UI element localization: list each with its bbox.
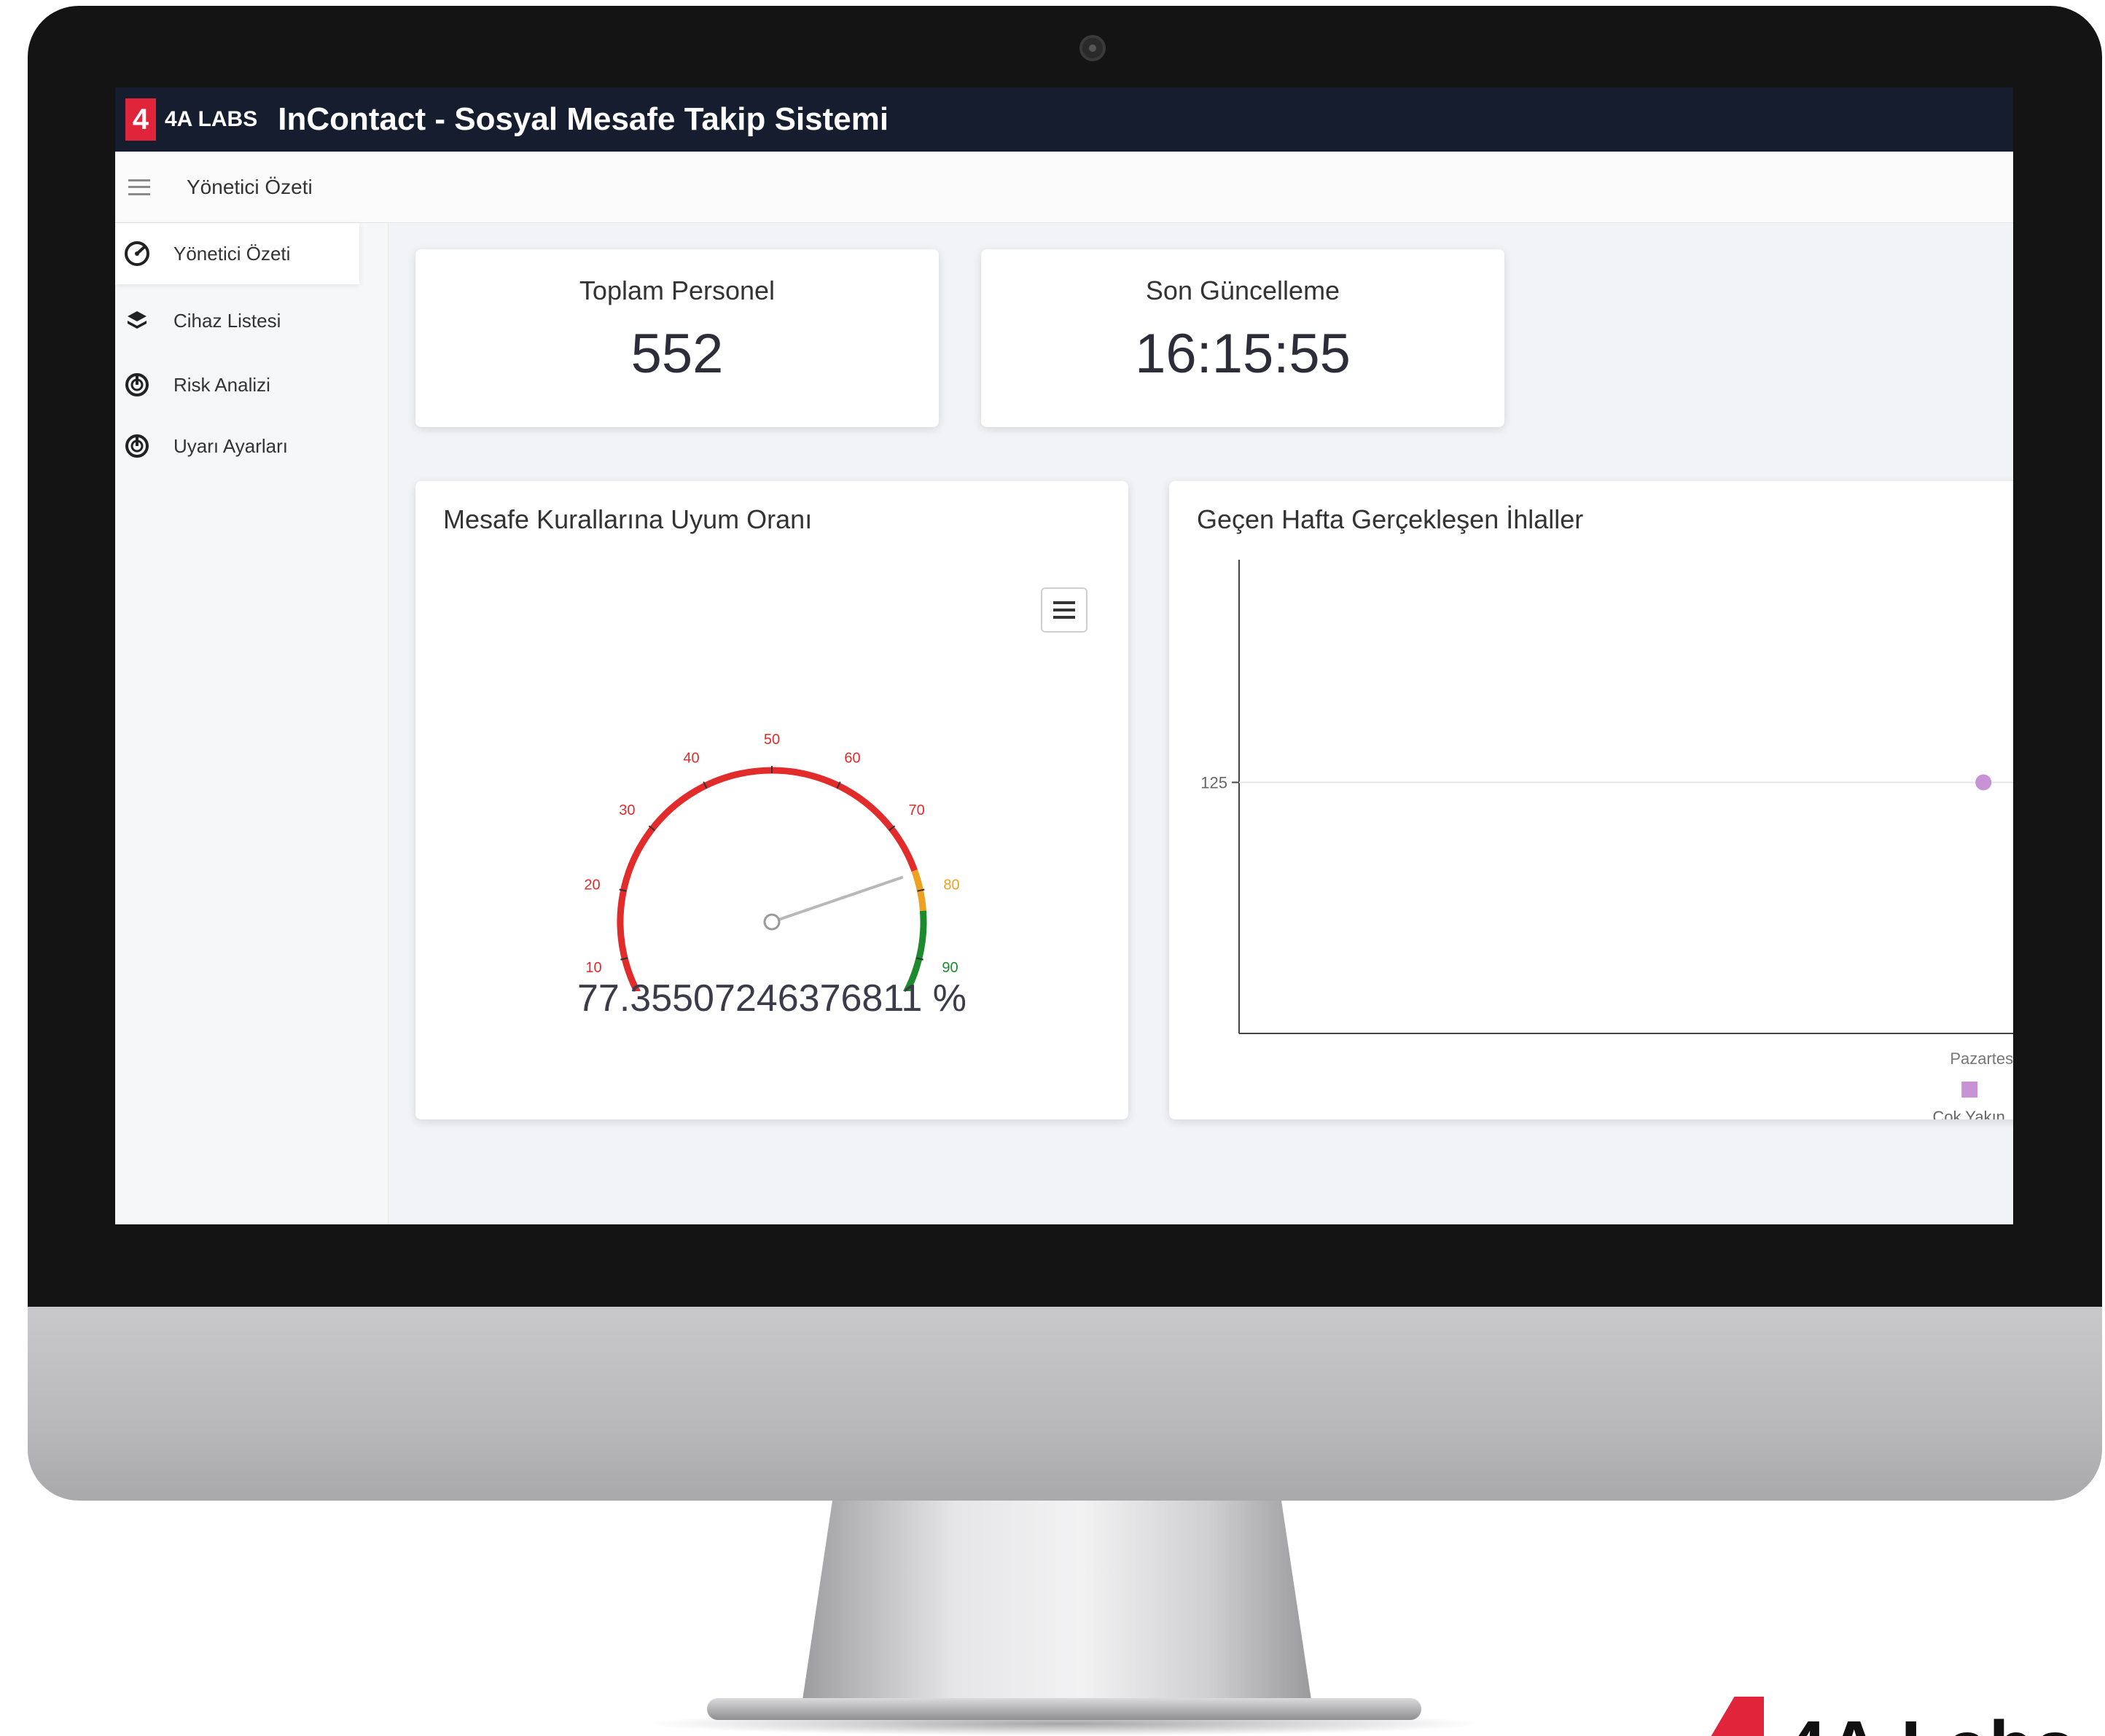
last-update-value: 16:15:55 — [1135, 323, 1351, 385]
header-bar: Yönetici Özeti — [115, 152, 2013, 223]
legend-label[interactable]: Çok Yakın — [1932, 1108, 2004, 1119]
violations-chart-card: Geçen Hafta Gerçekleşen İhlaller 125 Paza… — [1169, 481, 2013, 1119]
total-staff-value: 552 — [630, 323, 724, 385]
last-update-card: Son Güncelleme 16:15:55 — [981, 249, 1504, 427]
gauge-tick-label: 60 — [844, 751, 860, 767]
gauge-tick-label: 40 — [683, 751, 699, 767]
total-staff-card: Toplam Personel 552 — [415, 249, 939, 427]
monitor-chin — [28, 1307, 2102, 1501]
sidebar-item-label: Yönetici Özeti — [173, 242, 291, 265]
gauge-pivot — [763, 913, 781, 931]
gauge-value-text: 77.35507246376811 % — [577, 977, 966, 1020]
legend-swatch[interactable] — [1961, 1082, 1978, 1098]
gauge-chart: 0102030405060708090100 — [584, 732, 960, 991]
gauge-tick-label: 50 — [764, 732, 780, 748]
brand-logo-icon — [1698, 1697, 1764, 1736]
gauge-tick-label: 30 — [619, 802, 635, 818]
camera-icon — [1079, 35, 1106, 61]
gauge-tick-label: 10 — [585, 960, 601, 976]
last-update-title: Son Güncelleme — [1145, 275, 1340, 305]
compliance-gauge-card: Mesafe Kurallarına Uyum Oranı 0102030405… — [415, 481, 1128, 1119]
page: { "app": { "logo_mark": "4", "logo_text"… — [0, 0, 2105, 1736]
gauge-icon — [122, 239, 152, 268]
breadcrumb: Yönetici Özeti — [187, 175, 313, 198]
menu-toggle-icon[interactable] — [128, 179, 150, 195]
brand-logo: 4A Labs — [1691, 1684, 2105, 1736]
monitor-stand — [802, 1501, 1312, 1705]
screen: 4 4A LABS InContact - Sosyal Mesafe Taki… — [115, 87, 2013, 1224]
data-point[interactable] — [1975, 774, 1992, 791]
radar-icon — [122, 370, 152, 399]
gauge-tick-label: 70 — [908, 802, 924, 818]
sidebar-item-yonetici-ozeti[interactable]: Yönetici Özeti — [115, 223, 359, 284]
y-tick-label: 125 — [1200, 774, 1227, 792]
sidebar-item-label: Risk Analizi — [173, 373, 270, 396]
radar-icon — [122, 431, 152, 461]
app-title: InContact - Sosyal Mesafe Takip Sistemi — [278, 101, 889, 137]
brand-logo-text: 4A Labs — [1786, 1705, 2077, 1736]
gauge-band-0 — [617, 767, 918, 991]
sidebar: Yönetici Özeti Cihaz Listesi Risk Analiz… — [115, 223, 388, 1224]
gauge-tick-label: 90 — [942, 960, 958, 976]
gauge-tick-label: 80 — [943, 877, 959, 894]
total-staff-title: Toplam Personel — [579, 275, 776, 305]
x-tick-label: Pazartesi — [1950, 1049, 2013, 1068]
gauge-needle — [771, 875, 904, 923]
layers-icon — [122, 306, 152, 335]
logo-text: 4A LABS — [165, 107, 258, 131]
gauge-tick-label: 20 — [584, 877, 600, 894]
monitor-base — [707, 1698, 1421, 1720]
sidebar-item-uyari-ayarlari[interactable]: Uyarı Ayarları — [115, 415, 359, 477]
top-bar: 4 4A LABS InContact - Sosyal Mesafe Taki… — [115, 87, 2013, 152]
sidebar-item-label: Uyarı Ayarları — [173, 434, 289, 457]
sidebar-item-label: Cihaz Listesi — [173, 309, 281, 332]
violations-chart: 125 Pazartesi Çok Yakın — [1200, 560, 2013, 1119]
sidebar-item-cihaz-listesi[interactable]: Cihaz Listesi — [115, 290, 359, 351]
logo-icon: 4 — [125, 98, 156, 141]
sidebar-item-risk-analizi[interactable]: Risk Analizi — [115, 354, 359, 415]
